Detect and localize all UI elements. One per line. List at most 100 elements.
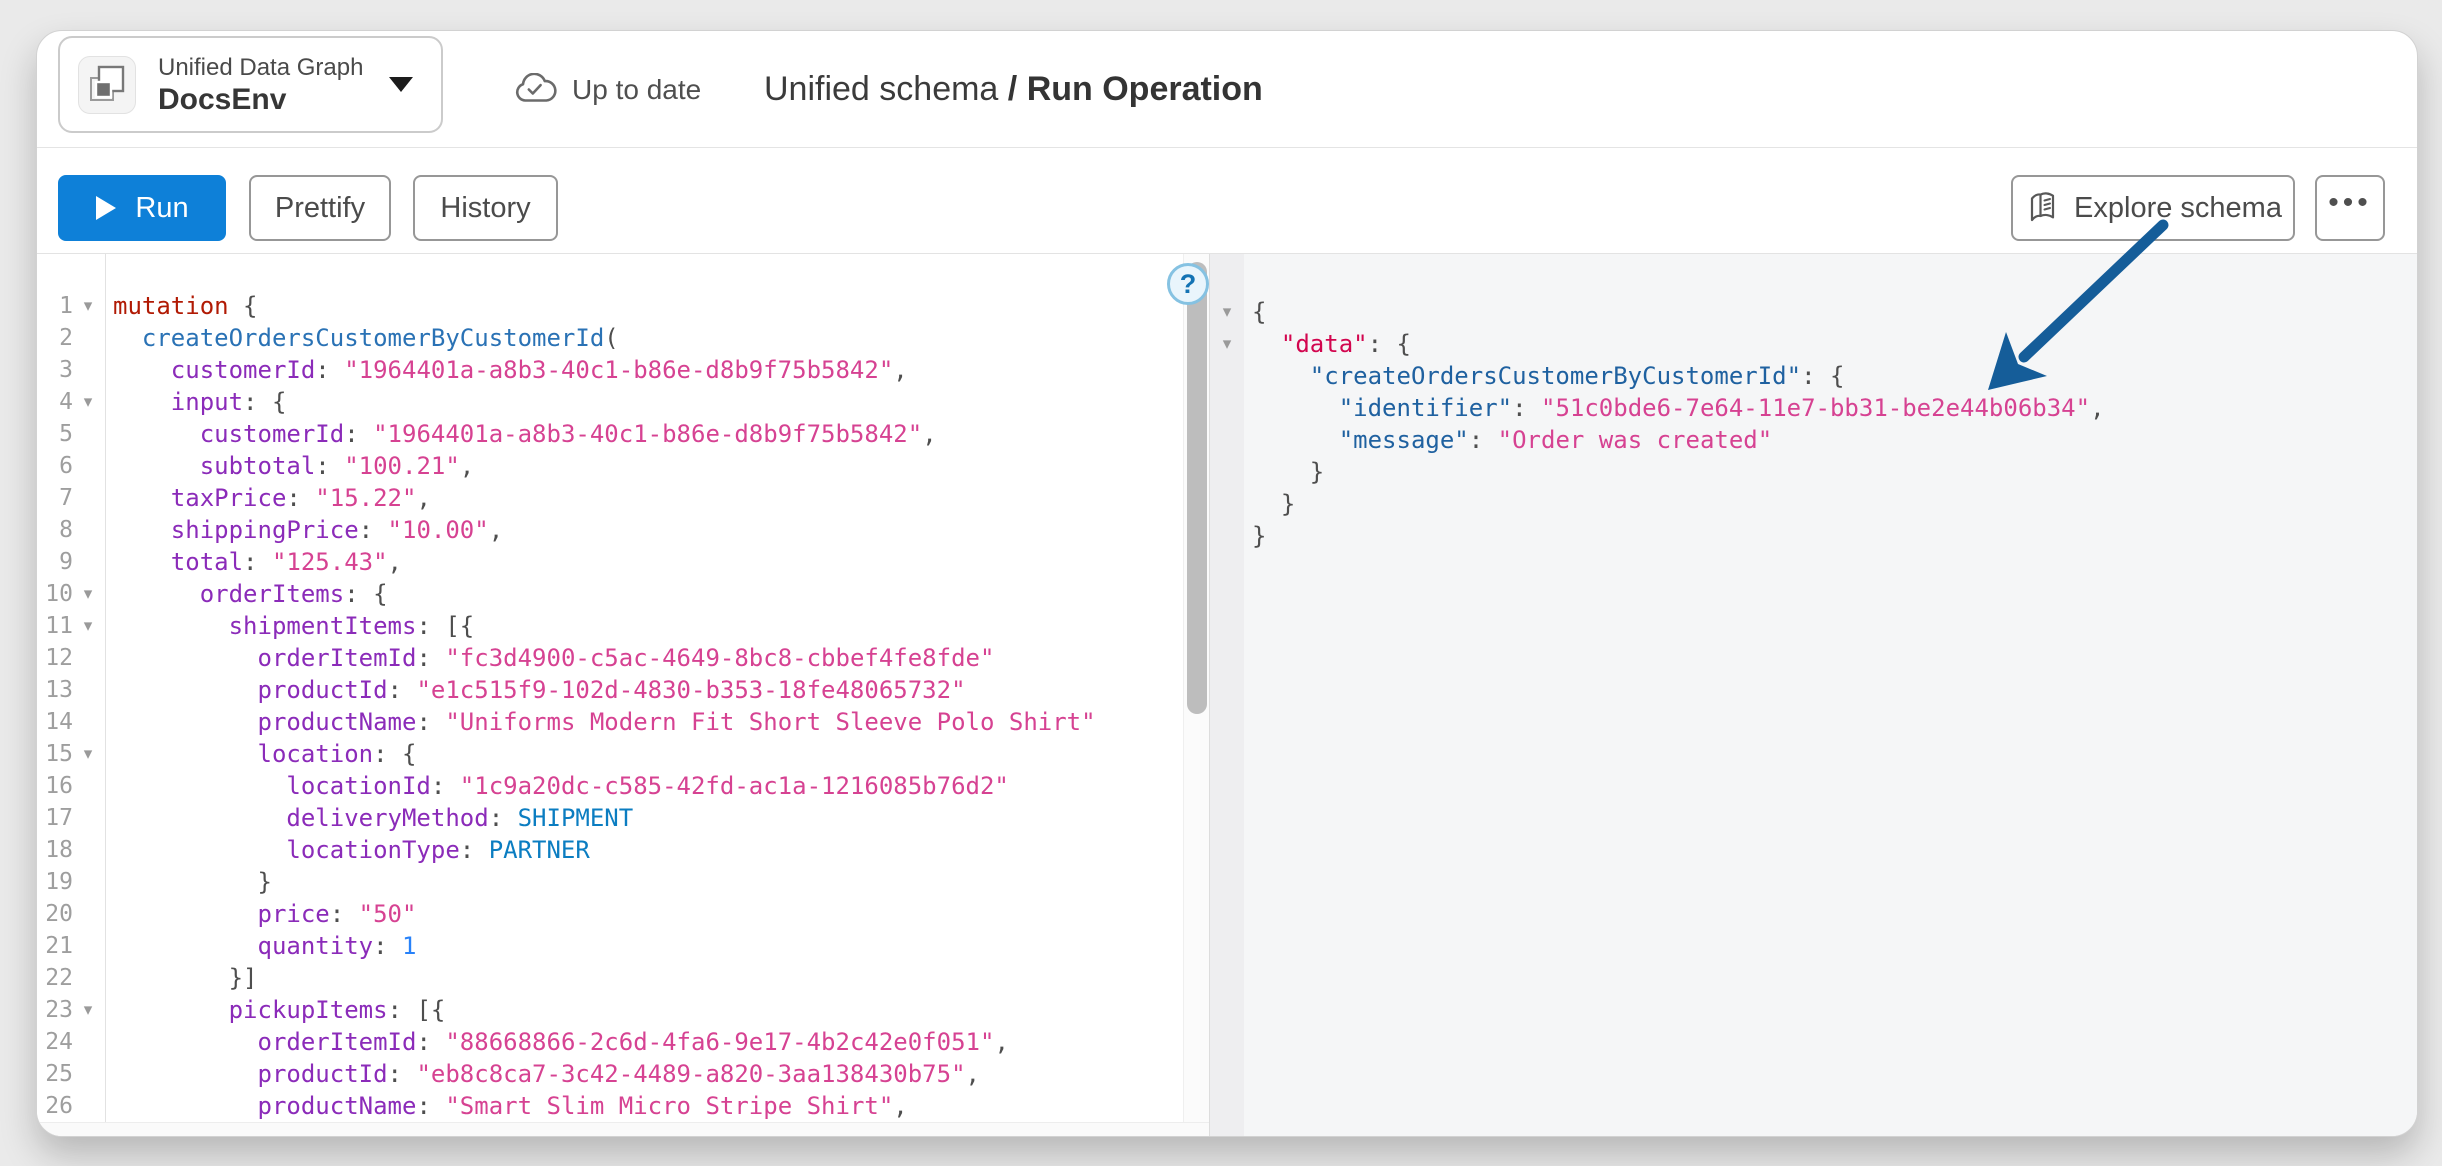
environment-value: DocsEnv xyxy=(158,83,363,117)
gutter-line: ▾ xyxy=(1210,296,1244,328)
code-line: locationId: "1c9a20dc-c585-42fd-ac1a-121… xyxy=(113,770,1179,802)
gutter-line: 26 xyxy=(37,1090,105,1122)
history-button-label: History xyxy=(440,192,530,225)
run-button[interactable]: Run xyxy=(58,175,226,241)
code-line: orderItemId: "88668866-2c6d-4fa6-9e17-4b… xyxy=(113,1026,1179,1058)
line-number: 5 xyxy=(37,421,73,447)
code-line: productName: "Uniforms Modern Fit Short … xyxy=(113,706,1179,738)
gutter-line: 15▾ xyxy=(37,738,105,770)
line-number: 17 xyxy=(37,805,73,831)
prettify-button-label: Prettify xyxy=(275,192,365,225)
fold-caret-icon[interactable]: ▾ xyxy=(73,584,103,604)
line-number: 12 xyxy=(37,645,73,671)
line-number: 6 xyxy=(37,453,73,479)
line-number: 3 xyxy=(37,357,73,383)
code-line: "data": { xyxy=(1252,328,2418,360)
gutter-line: 24 xyxy=(37,1026,105,1058)
code-line: { xyxy=(1252,296,2418,328)
header-bar: Unified Data Graph DocsEnv Up to date Un… xyxy=(37,31,2417,148)
line-number: 4 xyxy=(37,389,73,415)
gutter-line: 16 xyxy=(37,770,105,802)
editor-content: 1▾234▾5678910▾11▾12131415▾16171819202122… xyxy=(37,254,2417,1137)
code-line: total: "125.43", xyxy=(113,546,1179,578)
fold-caret-icon[interactable]: ▾ xyxy=(73,296,103,316)
query-editor[interactable]: 1▾234▾5678910▾11▾12131415▾16171819202122… xyxy=(37,254,1209,1137)
code-line: "createOrdersCustomerByCustomerId": { xyxy=(1252,360,2418,392)
environment-selector[interactable]: Unified Data Graph DocsEnv xyxy=(58,36,443,133)
more-options-button[interactable]: ••• xyxy=(2315,175,2385,241)
gutter-line xyxy=(1210,488,1244,520)
code-line: } xyxy=(1252,456,2418,488)
code-line: customerId: "1964401a-a8b3-40c1-b86e-d8b… xyxy=(113,354,1179,386)
run-operation-window: Unified Data Graph DocsEnv Up to date Un… xyxy=(36,30,2418,1137)
explore-schema-book-icon xyxy=(2024,190,2060,226)
fold-caret-icon[interactable]: ▾ xyxy=(1210,302,1244,322)
line-number: 15 xyxy=(37,741,73,767)
overlapping-squares-icon xyxy=(84,62,130,108)
query-editor-code[interactable]: mutation { createOrdersCustomerByCustome… xyxy=(107,254,1179,1122)
query-horizontal-scrollbar[interactable] xyxy=(37,1122,1209,1137)
line-number: 1 xyxy=(37,293,73,319)
gutter-line: 3 xyxy=(37,354,105,386)
gutter-line: 23▾ xyxy=(37,994,105,1026)
line-number: 2 xyxy=(37,325,73,351)
code-line: }] xyxy=(113,962,1179,994)
gutter-line: 22 xyxy=(37,962,105,994)
line-number: 25 xyxy=(37,1061,73,1087)
gutter-line: 11▾ xyxy=(37,610,105,642)
environment-texts: Unified Data Graph DocsEnv xyxy=(158,53,363,117)
code-line: orderItems: { xyxy=(113,578,1179,610)
line-number: 20 xyxy=(37,901,73,927)
code-line: location: { xyxy=(113,738,1179,770)
code-line: "identifier": "51c0bde6-7e64-11e7-bb31-b… xyxy=(1252,392,2418,424)
gutter-line: 13 xyxy=(37,674,105,706)
gutter-line: 4▾ xyxy=(37,386,105,418)
sync-status-label: Up to date xyxy=(572,74,701,106)
gutter-line: 5 xyxy=(37,418,105,450)
gutter-line xyxy=(1210,392,1244,424)
gutter-line: 12 xyxy=(37,642,105,674)
line-number: 9 xyxy=(37,549,73,575)
code-line: orderItemId: "fc3d4900-c5ac-4649-8bc8-cb… xyxy=(113,642,1179,674)
gutter-line xyxy=(1210,456,1244,488)
gutter-line: 7 xyxy=(37,482,105,514)
code-line: mutation { xyxy=(113,290,1179,322)
code-line: price: "50" xyxy=(113,898,1179,930)
history-button[interactable]: History xyxy=(413,175,558,241)
fold-caret-icon[interactable]: ▾ xyxy=(73,1000,103,1020)
query-vertical-scrollbar-thumb[interactable] xyxy=(1187,262,1207,714)
code-line: locationType: PARTNER xyxy=(113,834,1179,866)
gutter-line: 9 xyxy=(37,546,105,578)
code-line: deliveryMethod: SHIPMENT xyxy=(113,802,1179,834)
gutter-line: 14 xyxy=(37,706,105,738)
code-line: subtotal: "100.21", xyxy=(113,450,1179,482)
gutter-line: 6 xyxy=(37,450,105,482)
line-number: 10 xyxy=(37,581,73,607)
code-line: pickupItems: [{ xyxy=(113,994,1179,1026)
code-line: shippingPrice: "10.00", xyxy=(113,514,1179,546)
sync-status: Up to date xyxy=(513,31,701,148)
gutter-line: 1▾ xyxy=(37,290,105,322)
prettify-button[interactable]: Prettify xyxy=(249,175,391,241)
fold-caret-icon[interactable]: ▾ xyxy=(1210,334,1244,354)
line-number: 23 xyxy=(37,997,73,1023)
query-vertical-scrollbar[interactable] xyxy=(1183,254,1209,1122)
cloud-check-icon xyxy=(513,73,557,106)
help-badge[interactable]: ? xyxy=(1167,263,1209,305)
fold-caret-icon[interactable]: ▾ xyxy=(73,392,103,412)
response-viewer: ▾ ▾ { "data": { "createOrdersCustomerByCu… xyxy=(1209,254,2418,1137)
fold-caret-icon[interactable]: ▾ xyxy=(73,744,103,764)
run-button-label: Run xyxy=(135,192,188,225)
line-number: 13 xyxy=(37,677,73,703)
line-number: 21 xyxy=(37,933,73,959)
explore-schema-button[interactable]: Explore schema xyxy=(2011,175,2295,241)
line-number: 11 xyxy=(37,613,73,639)
gutter-line: 19 xyxy=(37,866,105,898)
fold-caret-icon[interactable]: ▾ xyxy=(73,616,103,636)
breadcrumb-section: Unified schema xyxy=(764,70,998,109)
page-title: Run Operation xyxy=(1027,70,1263,109)
gutter-line: 8 xyxy=(37,514,105,546)
gutter-line: 10▾ xyxy=(37,578,105,610)
play-icon xyxy=(95,195,117,221)
code-line: shipmentItems: [{ xyxy=(113,610,1179,642)
